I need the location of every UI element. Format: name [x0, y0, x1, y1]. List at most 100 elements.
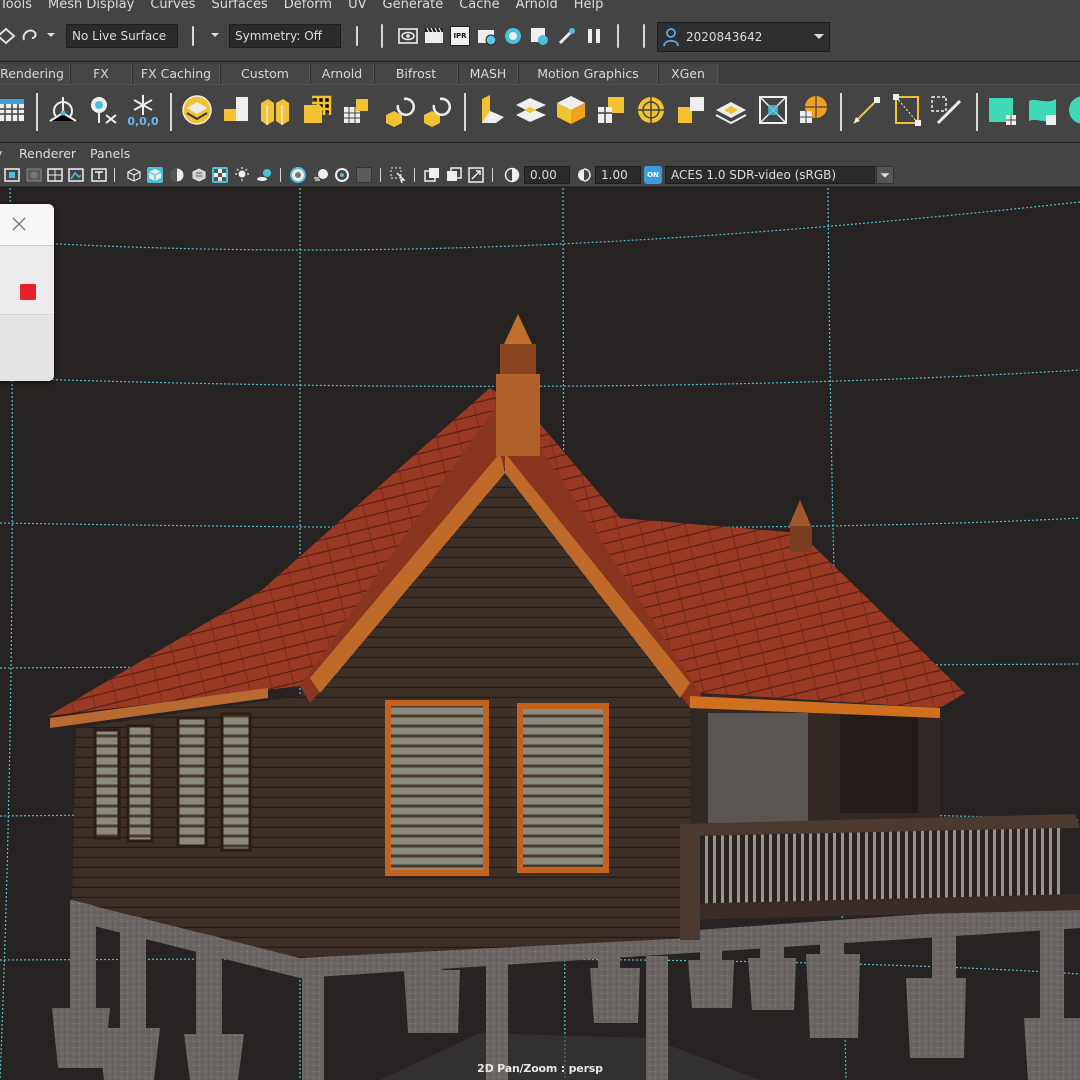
menu-uv[interactable]: UV	[340, 0, 374, 11]
view-transform-select[interactable]: ACES 1.0 SDR-video (sRGB)	[665, 166, 875, 184]
wireframe-icon[interactable]	[126, 167, 142, 183]
append-polygon-icon[interactable]	[714, 93, 748, 127]
color-management-toggle[interactable]: ON	[644, 166, 662, 184]
extract-icon[interactable]	[340, 93, 374, 127]
motion-blur-icon[interactable]	[313, 167, 329, 183]
close-icon[interactable]	[11, 216, 27, 232]
image-plane-icon[interactable]	[26, 167, 42, 183]
chevron-down-icon[interactable]	[876, 166, 894, 184]
paint-tool-icon[interactable]	[930, 93, 964, 127]
chevron-down-icon[interactable]	[44, 28, 58, 42]
film-gate-icon[interactable]	[68, 167, 84, 183]
render-setup-icon[interactable]	[529, 26, 549, 46]
camera-attributes-icon[interactable]	[4, 167, 20, 183]
tab-rendering[interactable]: Rendering	[0, 64, 70, 84]
default-material-icon[interactable]	[169, 167, 185, 183]
xray-icon[interactable]	[424, 167, 440, 183]
render-settings-icon[interactable]	[477, 26, 497, 46]
bridge-icon[interactable]	[420, 93, 454, 127]
curve-pencil-icon[interactable]	[850, 93, 884, 127]
account-field[interactable]: 2020843642	[657, 22, 830, 52]
sphere-grid-icon[interactable]	[796, 93, 830, 127]
antialiasing-icon[interactable]	[334, 167, 350, 183]
exposure-field[interactable]: 0.00	[524, 166, 570, 184]
menu-cache[interactable]: Cache	[451, 0, 507, 11]
menu-mesh-display[interactable]: Mesh Display	[40, 0, 142, 11]
freeze-transform-icon[interactable]: 0,0,0	[126, 93, 160, 127]
menu-tools[interactable]: Tools	[0, 0, 40, 11]
mirror-icon[interactable]	[382, 93, 416, 127]
toolbar-separator	[492, 168, 493, 182]
fill-hole-icon[interactable]	[674, 93, 708, 127]
tab-mash[interactable]: MASH	[458, 64, 518, 84]
combine-icon[interactable]	[220, 93, 254, 127]
checker-texture-icon[interactable]	[212, 167, 228, 183]
record-stop-icon[interactable]	[19, 283, 37, 301]
screen-space-ao-icon[interactable]	[290, 167, 306, 183]
menu-help[interactable]: Help	[566, 0, 612, 11]
render-view-icon[interactable]	[398, 26, 418, 46]
shadows-icon[interactable]	[256, 167, 272, 183]
shelf-separator	[840, 93, 842, 131]
snap-together-icon[interactable]	[86, 93, 120, 127]
viewport-persp[interactable]: 2D Pan/Zoom : persp	[0, 188, 1080, 1080]
tab-custom[interactable]: Custom	[220, 64, 310, 84]
safe-title-icon[interactable]	[91, 167, 107, 183]
render-frame-icon[interactable]	[424, 26, 444, 46]
grid-icon[interactable]	[0, 93, 30, 127]
lights-icon[interactable]	[234, 167, 250, 183]
pause-icon[interactable]	[584, 26, 604, 46]
ipr-render-icon[interactable]: IPR	[450, 26, 470, 46]
menu-curves[interactable]: Curves	[142, 0, 203, 11]
account-id-text: 2020843642	[686, 30, 763, 44]
menu-deform[interactable]: Deform	[276, 0, 340, 11]
exposure-icon[interactable]	[504, 167, 520, 183]
tab-motion-graphics[interactable]: Motion Graphics	[518, 64, 658, 84]
panel-menu-lighting-fragment[interactable]: y	[0, 146, 2, 161]
tab-fx-caching[interactable]: FX Caching	[132, 64, 220, 84]
lasso-select-icon[interactable]	[20, 26, 40, 46]
chevron-down-icon[interactable]	[208, 28, 222, 42]
tab-bifrost[interactable]: Bifrost	[374, 64, 458, 84]
isolate-select-icon[interactable]	[390, 167, 406, 183]
target-weld-icon[interactable]	[634, 93, 668, 127]
tab-xgen[interactable]: XGen	[658, 64, 718, 84]
panel-menu-renderer[interactable]: Renderer	[19, 146, 76, 161]
floating-tool-window	[0, 204, 54, 381]
toolbar-separator	[643, 24, 645, 48]
textured-icon[interactable]	[191, 167, 207, 183]
tab-fx[interactable]: FX	[70, 64, 132, 84]
smooth-shade-icon[interactable]	[147, 167, 163, 183]
light-editor-icon[interactable]	[557, 26, 577, 46]
shelf-separator	[976, 93, 978, 131]
hypershade-icon[interactable]	[503, 26, 523, 46]
nurbs-square-icon[interactable]	[986, 93, 1020, 127]
multi-cut-icon[interactable]	[594, 93, 628, 127]
grid-toggle-icon[interactable]	[47, 167, 63, 183]
nurbs-sphere-icon[interactable]	[1066, 93, 1080, 127]
separate-icon[interactable]	[258, 93, 292, 127]
xray-components-icon[interactable]	[468, 167, 484, 183]
panel-menu-panels[interactable]: Panels	[90, 146, 130, 161]
menu-generate[interactable]: Generate	[375, 0, 452, 11]
lattice-icon[interactable]	[890, 93, 924, 127]
live-surface-field[interactable]: No Live Surface	[66, 24, 178, 48]
symmetry-field[interactable]: Symmetry: Off	[229, 24, 341, 48]
uv-editor-icon[interactable]	[756, 93, 790, 127]
chevron-down-icon[interactable]	[812, 30, 826, 44]
tab-arnold[interactable]: Arnold	[310, 64, 374, 84]
depth-of-field-icon[interactable]	[356, 167, 372, 183]
snap-toggle-icon[interactable]	[0, 26, 16, 46]
bevel-icon[interactable]	[474, 93, 508, 127]
gamma-icon[interactable]	[576, 167, 592, 183]
locator-icon[interactable]	[46, 93, 80, 127]
menu-arnold[interactable]: Arnold	[508, 0, 566, 11]
gamma-field[interactable]: 1.00	[595, 166, 641, 184]
nurbs-surface-icon[interactable]	[1026, 93, 1060, 127]
extrude-icon[interactable]	[514, 93, 548, 127]
menu-surfaces[interactable]: Surfaces	[203, 0, 275, 11]
layer-sphere-icon[interactable]	[180, 93, 214, 127]
xray-joints-icon[interactable]	[446, 167, 462, 183]
smooth-icon[interactable]	[300, 93, 334, 127]
cube-icon[interactable]	[554, 93, 588, 127]
